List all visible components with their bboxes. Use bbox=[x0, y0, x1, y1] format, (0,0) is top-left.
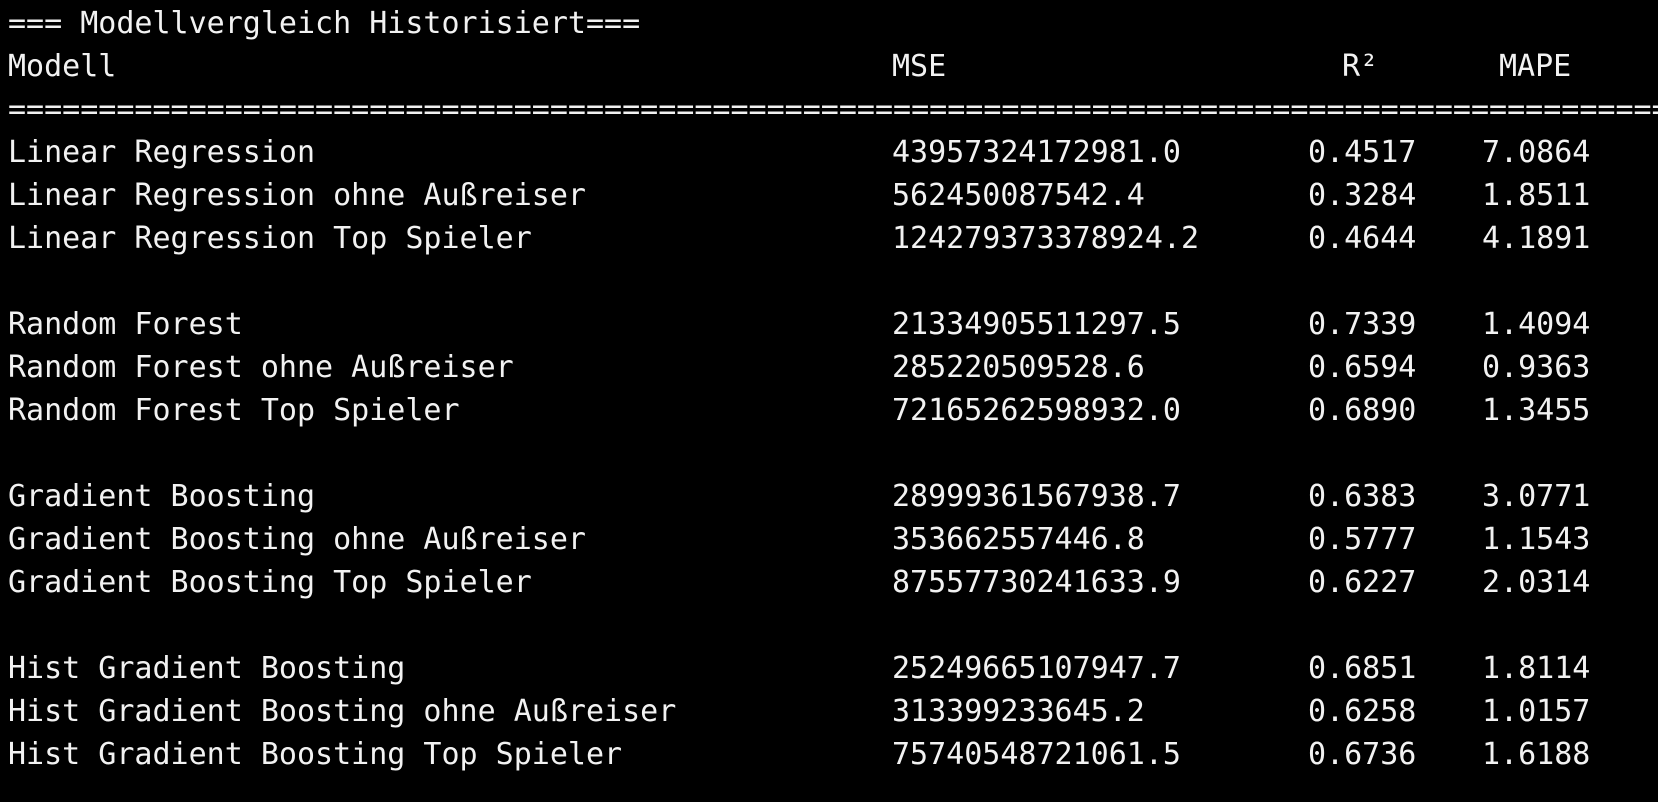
row-mape: 4.1891 bbox=[1482, 221, 1591, 256]
row-model: Hist Gradient Boosting Top Spieler bbox=[8, 737, 623, 772]
row-model: Gradient Boosting Top Spieler bbox=[8, 565, 532, 600]
row-mape: 1.8511 bbox=[1482, 178, 1591, 213]
row-model: Hist Gradient Boosting bbox=[8, 651, 406, 686]
row-r2: 0.6383 bbox=[1308, 479, 1417, 514]
header-mse: MSE bbox=[892, 49, 947, 84]
row-mse: 25249665107947.7 bbox=[892, 651, 1181, 686]
row-mse: 87557730241633.9 bbox=[892, 565, 1181, 600]
row-r2: 0.4644 bbox=[1308, 221, 1417, 256]
row-r2: 0.6594 bbox=[1308, 350, 1417, 385]
row-mape: 1.1543 bbox=[1482, 522, 1591, 557]
row-mape: 7.0864 bbox=[1482, 135, 1591, 170]
row-mse: 124279373378924.2 bbox=[892, 221, 1200, 256]
table-row: Random Forest ohne Außreiser 28522050952… bbox=[8, 346, 1648, 389]
row-model: Gradient Boosting bbox=[8, 479, 316, 514]
row-r2: 0.6258 bbox=[1308, 694, 1417, 729]
row-mse: 72165262598932.0 bbox=[892, 393, 1181, 428]
table-row: Hist Gradient Boosting ohne Außreiser 31… bbox=[8, 690, 1648, 733]
row-model: Linear Regression bbox=[8, 135, 316, 170]
row-mape: 1.0157 bbox=[1482, 694, 1591, 729]
table-header: Modell MSE R² MAPE bbox=[8, 45, 1648, 88]
row-r2: 0.6736 bbox=[1308, 737, 1417, 772]
header-model: Modell bbox=[8, 49, 117, 84]
row-mape: 1.3455 bbox=[1482, 393, 1591, 428]
row-model: Random Forest Top Spieler bbox=[8, 393, 460, 428]
row-r2: 0.3284 bbox=[1308, 178, 1417, 213]
header-mape: MAPE bbox=[1499, 49, 1572, 84]
header-r2: R² bbox=[1342, 49, 1379, 84]
row-r2: 0.7339 bbox=[1308, 307, 1417, 342]
table-row: Linear Regression Top Spieler 1242793733… bbox=[8, 217, 1648, 260]
row-r2: 0.5777 bbox=[1308, 522, 1417, 557]
row-r2: 0.4517 bbox=[1308, 135, 1417, 170]
row-mape: 1.6188 bbox=[1482, 737, 1591, 772]
table-row: Gradient Boosting Top Spieler 8755773024… bbox=[8, 561, 1648, 604]
row-r2: 0.6851 bbox=[1308, 651, 1417, 686]
row-mse: 75740548721061.5 bbox=[892, 737, 1181, 772]
row-mape: 3.0771 bbox=[1482, 479, 1591, 514]
row-model: Random Forest ohne Außreiser bbox=[8, 350, 514, 385]
row-model: Linear Regression ohne Außreiser bbox=[8, 178, 586, 213]
table-row: Hist Gradient Boosting 25249665107947.7 … bbox=[8, 647, 1648, 690]
table-row: Linear Regression 43957324172981.0 0.451… bbox=[8, 131, 1648, 174]
row-mse: 562450087542.4 bbox=[892, 178, 1145, 213]
terminal-output[interactable]: === Modellvergleich Historisiert=== Mode… bbox=[0, 0, 1658, 802]
table-row: Hist Gradient Boosting Top Spieler 75740… bbox=[8, 733, 1648, 776]
row-model: Gradient Boosting ohne Außreiser bbox=[8, 522, 586, 557]
table-row: Gradient Boosting ohne Außreiser 3536625… bbox=[8, 518, 1648, 561]
table-row: Linear Regression ohne Außreiser 5624500… bbox=[8, 174, 1648, 217]
table-row: Random Forest Top Spieler 72165262598932… bbox=[8, 389, 1648, 432]
row-model: Random Forest bbox=[8, 307, 243, 342]
row-mse: 285220509528.6 bbox=[892, 350, 1145, 385]
row-mape: 1.8114 bbox=[1482, 651, 1591, 686]
row-mse: 353662557446.8 bbox=[892, 522, 1145, 557]
row-r2: 0.6227 bbox=[1308, 565, 1417, 600]
row-model: Hist Gradient Boosting ohne Außreiser bbox=[8, 694, 677, 729]
header-separator: ========================================… bbox=[8, 92, 1658, 127]
row-mse: 21334905511297.5 bbox=[892, 307, 1181, 342]
row-mape: 0.9363 bbox=[1482, 350, 1591, 385]
row-model: Linear Regression Top Spieler bbox=[8, 221, 532, 256]
output-title: === Modellvergleich Historisiert=== bbox=[8, 6, 641, 41]
table-row: Random Forest 21334905511297.5 0.7339 1.… bbox=[8, 303, 1648, 346]
row-mape: 2.0314 bbox=[1482, 565, 1591, 600]
row-mse: 28999361567938.7 bbox=[892, 479, 1181, 514]
row-mse: 43957324172981.0 bbox=[892, 135, 1181, 170]
table-row: Gradient Boosting 28999361567938.7 0.638… bbox=[8, 475, 1648, 518]
row-mse: 313399233645.2 bbox=[892, 694, 1145, 729]
row-r2: 0.6890 bbox=[1308, 393, 1417, 428]
row-mape: 1.4094 bbox=[1482, 307, 1591, 342]
